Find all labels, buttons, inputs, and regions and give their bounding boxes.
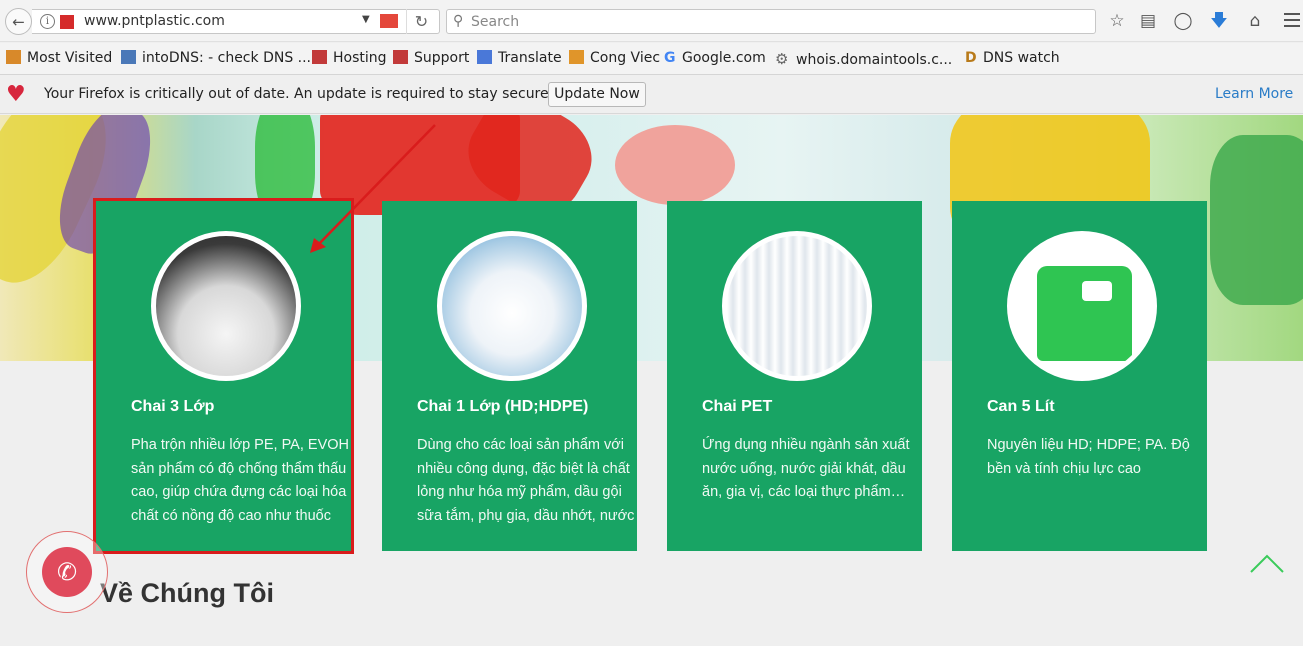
back-button[interactable]: ←	[5, 8, 32, 35]
bookmark-label: whois.domaintools.c...	[796, 52, 953, 68]
pocket-icon[interactable]: ◯	[1170, 9, 1196, 33]
bookmark-label: Hosting	[333, 50, 387, 66]
url-text[interactable]: www.pntplastic.com	[84, 13, 225, 29]
bookmark-label: intoDNS: - check DNS ...	[142, 50, 312, 66]
url-bar[interactable]: i www.pntplastic.com ▼	[32, 9, 440, 34]
most-visited-icon	[6, 50, 21, 64]
card-description: Ứng dụng nhiều ngành sản xuất nước uống,…	[702, 437, 910, 500]
menu-icon[interactable]	[1282, 9, 1302, 33]
web-page: Chai 3 Lớp Pha trộn nhiều lớp PE, PA, EV…	[0, 115, 1303, 646]
dnswatch-icon: D	[965, 50, 977, 66]
bookmarks-bar: Most Visited intoDNS: - check DNS ... Ho…	[0, 43, 1303, 75]
home-icon[interactable]: ⌂	[1242, 9, 1268, 33]
download-icon[interactable]: 🡇	[1206, 9, 1232, 33]
bookmark-star-icon[interactable]: ☆	[1104, 9, 1130, 33]
product-image	[437, 231, 587, 381]
dns-icon	[121, 50, 136, 64]
product-card[interactable]: Chai PET Ứng dụng nhiều ngành sản xuất n…	[667, 201, 922, 551]
search-icon: ⚲	[453, 13, 464, 29]
hosting-icon	[312, 50, 327, 64]
search-placeholder[interactable]: Search	[471, 14, 519, 30]
reading-list-icon[interactable]: ▤	[1135, 9, 1161, 33]
product-image	[151, 231, 301, 381]
card-description: Nguyên liệu HD; HDPE; PA. Độ bền và tính…	[987, 437, 1190, 477]
notification-message: Your Firefox is critically out of date. …	[44, 86, 554, 102]
bookmark-support[interactable]: Support	[393, 50, 469, 68]
bookmark-hosting[interactable]: Hosting	[312, 50, 387, 68]
scroll-to-top-icon[interactable]	[1250, 552, 1284, 574]
update-now-button[interactable]: Update Now	[548, 82, 646, 107]
bookmark-intodns[interactable]: intoDNS: - check DNS ...	[121, 50, 311, 68]
gear-icon: ⚙	[775, 50, 789, 68]
search-bar[interactable]: ⚲ Search	[446, 9, 1096, 34]
learn-more-link[interactable]: Learn More	[1215, 86, 1293, 102]
url-dropdown-icon[interactable]: ▼	[362, 14, 370, 25]
bookmark-label: Cong Viec	[590, 50, 661, 66]
bookmark-label: DNS watch	[983, 50, 1060, 66]
reload-button[interactable]: ↻	[406, 9, 436, 34]
bookmark-label: Google.com	[682, 50, 766, 66]
update-notification: ♥ Your Firefox is critically out of date…	[0, 76, 1303, 114]
bookmark-translate[interactable]: Translate	[477, 50, 562, 68]
heartbeat-icon: ♥	[6, 82, 26, 107]
card-description: Dùng cho các loại sản phẩm với nhiều côn…	[417, 437, 635, 524]
card-title[interactable]: Can 5 Lít	[987, 398, 1055, 416]
card-description: Pha trộn nhiều lớp PE, PA, EVOH sản phẩm…	[131, 437, 349, 524]
section-title: Về Chúng Tôi	[100, 578, 274, 608]
site-favicon-icon	[60, 15, 74, 29]
phone-call-button[interactable]: ✆	[42, 547, 92, 597]
phone-icon: ✆	[56, 558, 78, 586]
bookmark-label: Support	[414, 50, 470, 66]
product-image	[722, 231, 872, 381]
product-card[interactable]: Can 5 Lít Nguyên liệu HD; HDPE; PA. Độ b…	[952, 201, 1207, 551]
flag-icon[interactable]	[380, 14, 398, 28]
annotation-arrow	[310, 124, 436, 253]
browser-toolbar: ← i www.pntplastic.com ▼ ↻ ⚲ Search ☆ ▤ …	[0, 0, 1303, 42]
jerry-can-handle	[1082, 281, 1112, 301]
card-title[interactable]: Chai 3 Lớp	[131, 398, 214, 416]
bookmark-whois[interactable]: ⚙ whois.domaintools.c...	[775, 50, 952, 68]
card-title[interactable]: Chai 1 Lớp (HD;HDPE)	[417, 398, 588, 416]
card-title[interactable]: Chai PET	[702, 398, 772, 416]
support-icon	[393, 50, 408, 64]
folder-icon	[569, 50, 584, 64]
google-icon: G	[664, 50, 676, 66]
bookmark-cong-viec[interactable]: Cong Viec	[569, 50, 660, 68]
bookmark-label: Most Visited	[27, 50, 113, 66]
bookmark-dns-watch[interactable]: D DNS watch	[965, 50, 1060, 68]
back-arrow-icon: ←	[12, 12, 25, 31]
bookmark-google[interactable]: G Google.com	[664, 50, 766, 68]
bookmark-most-visited[interactable]: Most Visited	[6, 50, 112, 68]
bookmark-label: Translate	[498, 50, 562, 66]
info-icon[interactable]: i	[40, 14, 55, 29]
product-image	[1007, 231, 1157, 381]
translate-icon	[477, 50, 492, 64]
